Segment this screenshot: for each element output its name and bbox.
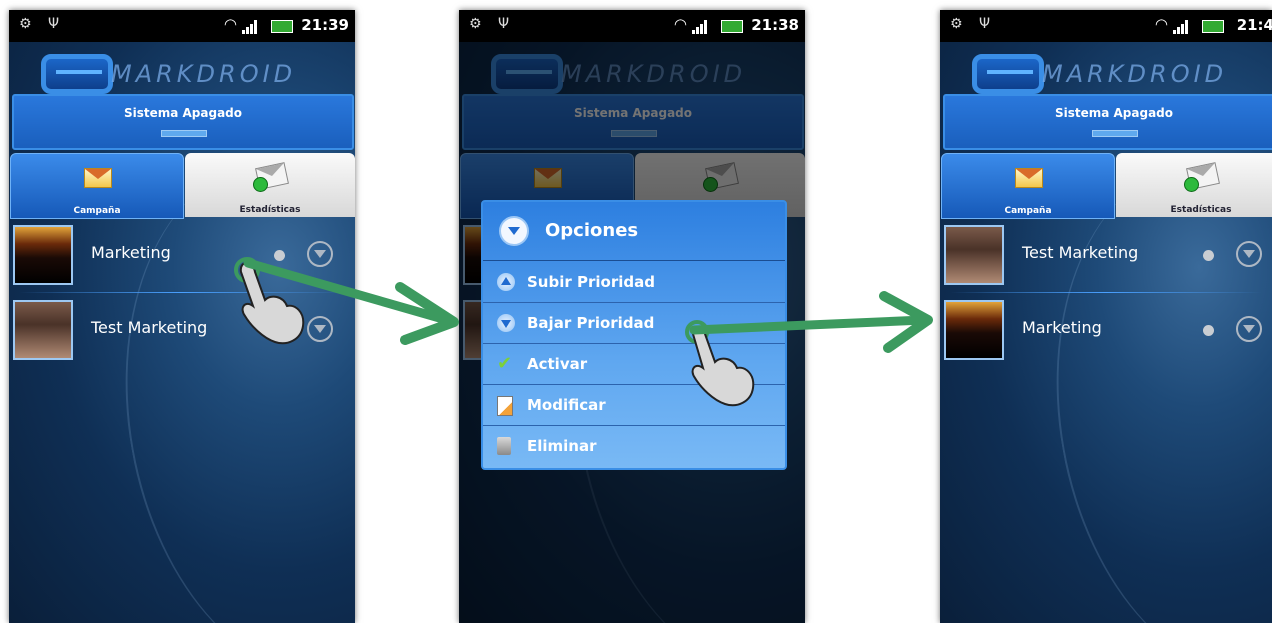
app-logo: MARKDROID bbox=[972, 50, 1252, 98]
android-usb-icons: ⚙ Ψ bbox=[19, 16, 66, 32]
status-bar: ⚙ Ψ ◠ 21:38 bbox=[459, 10, 805, 42]
stats-envelope-icon bbox=[1184, 161, 1220, 192]
wifi-icon: ◠ bbox=[223, 15, 237, 33]
status-indicator bbox=[161, 130, 207, 137]
chevron-down-icon[interactable] bbox=[1236, 241, 1262, 267]
divider bbox=[950, 292, 1262, 293]
chevron-down-icon[interactable] bbox=[1236, 316, 1262, 342]
dialog-title: Opciones bbox=[545, 220, 639, 241]
clock: 21:38 bbox=[751, 16, 799, 34]
campaign-thumbnail bbox=[944, 300, 1004, 360]
phone-screen-after: ⚙ Ψ ◠ 21:4 MARKDROID Sistema Apagado Cam… bbox=[940, 10, 1272, 623]
clock: 21:4 bbox=[1236, 16, 1272, 34]
clock: 21:39 bbox=[301, 16, 349, 34]
campaign-thumbnail bbox=[13, 225, 73, 285]
chevron-down-icon bbox=[499, 216, 529, 246]
stats-envelope-icon bbox=[253, 161, 289, 192]
battery-icon bbox=[271, 20, 293, 33]
check-icon: ✔ bbox=[497, 353, 513, 374]
tab-statistics[interactable]: Estadísticas bbox=[185, 153, 355, 217]
tab-campaign[interactable]: Campaña bbox=[941, 153, 1115, 219]
envelope-icon bbox=[80, 162, 114, 190]
system-status-text: Sistema Apagado bbox=[1054, 106, 1174, 120]
arrow-up-icon bbox=[497, 273, 515, 291]
tab-statistics[interactable]: Estadísticas bbox=[1116, 153, 1272, 217]
dialog-header: Opciones bbox=[483, 202, 785, 261]
trash-icon bbox=[497, 437, 511, 455]
status-indicator bbox=[1092, 130, 1138, 137]
list-item[interactable]: Test Marketing bbox=[940, 221, 1272, 291]
status-bar: ⚙ Ψ ◠ 21:39 bbox=[9, 10, 355, 42]
system-status-text: Sistema Apagado bbox=[123, 106, 243, 120]
status-dot bbox=[1203, 325, 1214, 336]
tab-campaign[interactable]: Campaña bbox=[10, 153, 184, 219]
system-status-panel[interactable]: Sistema Apagado bbox=[943, 94, 1272, 150]
campaign-thumbnail bbox=[944, 225, 1004, 285]
status-bar: ⚙ Ψ ◠ 21:4 bbox=[940, 10, 1272, 42]
arrow-down-icon bbox=[497, 314, 515, 332]
signal-icon bbox=[692, 20, 708, 34]
system-status-panel[interactable]: Sistema Apagado bbox=[12, 94, 354, 150]
flow-arrow-2 bbox=[689, 291, 933, 353]
android-usb-icons: ⚙ Ψ bbox=[950, 16, 997, 32]
signal-icon bbox=[1173, 20, 1189, 34]
wifi-icon: ◠ bbox=[673, 15, 687, 33]
campaign-thumbnail bbox=[13, 300, 73, 360]
battery-icon bbox=[721, 20, 743, 33]
envelope-icon bbox=[1011, 162, 1045, 190]
android-usb-icons: ⚙ Ψ bbox=[469, 16, 516, 32]
flow-arrow-1 bbox=[243, 258, 459, 345]
status-dot bbox=[1203, 250, 1214, 261]
app-logo: MARKDROID bbox=[41, 50, 321, 98]
battery-icon bbox=[1202, 20, 1224, 33]
wifi-icon: ◠ bbox=[1154, 15, 1168, 33]
pencil-icon bbox=[497, 396, 513, 416]
signal-icon bbox=[242, 20, 258, 34]
list-item[interactable]: Marketing bbox=[940, 296, 1272, 366]
option-delete[interactable]: Eliminar bbox=[483, 426, 785, 466]
